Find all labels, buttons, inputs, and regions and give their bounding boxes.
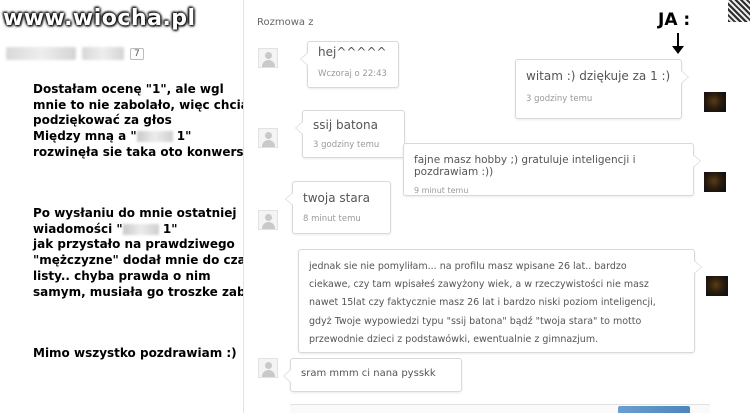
story-line: podziękować za głos (33, 113, 172, 128)
message-bubble: twoja stara 8 minut temu (285, 181, 391, 234)
story-line: mnie to nie zabolało, więc chciałam (33, 97, 274, 112)
message-time: Wczoraj o 22:43 (318, 69, 387, 79)
message-time: 9 minut temu (414, 186, 469, 195)
site-watermark: www.wiocha.pl (3, 6, 196, 31)
message-line: gdyż Twoje wypowiedzi typu "ssij batona"… (309, 315, 642, 327)
avatar[interactable] (258, 358, 278, 378)
send-button[interactable] (618, 406, 690, 413)
message-text: twoja stara (303, 191, 370, 205)
chat-title: Rozmowa z (257, 17, 314, 28)
story-paragraph-1: Dostałam ocenę "1", ale wgl mnie to nie … (33, 82, 274, 161)
story-line: wiadomości " (33, 221, 123, 236)
message-text: witam :) dziękuje za 1 :) (526, 69, 671, 83)
message-time: 3 godziny temu (526, 94, 593, 104)
message-bubble: hej^^^^^ Wczoraj o 22:43 (300, 41, 399, 88)
message-bubble: witam :) dziękuje za 1 :) 3 godziny temu (515, 59, 689, 119)
corner-decoration (728, 0, 750, 22)
avatar[interactable] (258, 210, 278, 230)
message-bubble: fajne masz hobby ;) gratuluje inteligenc… (403, 143, 701, 196)
avatar[interactable] (258, 48, 278, 68)
avatar[interactable] (706, 276, 728, 296)
message-text: jednak sie nie pomyliłam... na profilu m… (309, 258, 684, 349)
blurred-username-part (82, 47, 124, 60)
message-text: hej^^^^^ (318, 45, 387, 59)
story-paragraph-3: Mimo wszystko pozdrawiam :) (33, 346, 237, 360)
story-line: Dostałam ocenę "1", ale wgl (33, 82, 224, 96)
blurred-username (6, 47, 76, 60)
blurred-name (136, 131, 173, 143)
story-line: Między mną a " (33, 129, 137, 144)
message-time: 3 godziny temu (313, 140, 380, 150)
message-bubble: jednak sie nie pomyliłam... na profilu m… (298, 249, 702, 353)
story-line: jak przystało na prawdziwego (33, 237, 235, 252)
story-line: 1" (158, 221, 178, 236)
blurred-name (122, 223, 159, 235)
avatar[interactable] (704, 172, 726, 192)
left-panel: www.wiocha.pl 7 Dostałam ocenę "1", ale … (0, 0, 282, 413)
message-text: fajne masz hobby ;) gratuluje inteligenc… (414, 154, 636, 178)
story-line: "mężczyzne" dodał mnie do czarnej (33, 253, 273, 268)
story-line: rozwinęła sie taka oto konwersacja (33, 144, 271, 159)
user-row: 7 (6, 47, 144, 60)
chat-header: Rozmowa z (257, 17, 313, 28)
ja-annotation: JA : (658, 10, 691, 30)
avatar[interactable] (258, 128, 278, 148)
message-text: ssij batona (313, 118, 378, 132)
message-line: jednak sie nie pomyliłam... na profilu m… (309, 261, 627, 272)
user-count-badge: 7 (130, 47, 144, 60)
message-line: przewodnie dzieci z podstawówki, ewentua… (309, 333, 599, 345)
arrow-down-icon (672, 33, 684, 54)
avatar[interactable] (704, 92, 726, 112)
message-text: sram mmm ci nana pysskk (301, 368, 436, 379)
message-line: ciekawe, czy tam wpisałeś zawyżony wiek,… (309, 279, 649, 291)
message-time: 8 minut temu (303, 214, 361, 224)
message-bubble: sram mmm ci nana pysskk (283, 358, 462, 392)
story-line: 1" (172, 129, 192, 144)
story-line: listy.. chyba prawda o nim (33, 268, 211, 283)
message-line: nawet 15lat czy faktycznie masz 26 lat i… (309, 297, 656, 309)
message-bubble: ssij batona 3 godziny temu (295, 110, 405, 158)
story-line: Po wysłaniu do mnie ostatniej (33, 206, 237, 220)
